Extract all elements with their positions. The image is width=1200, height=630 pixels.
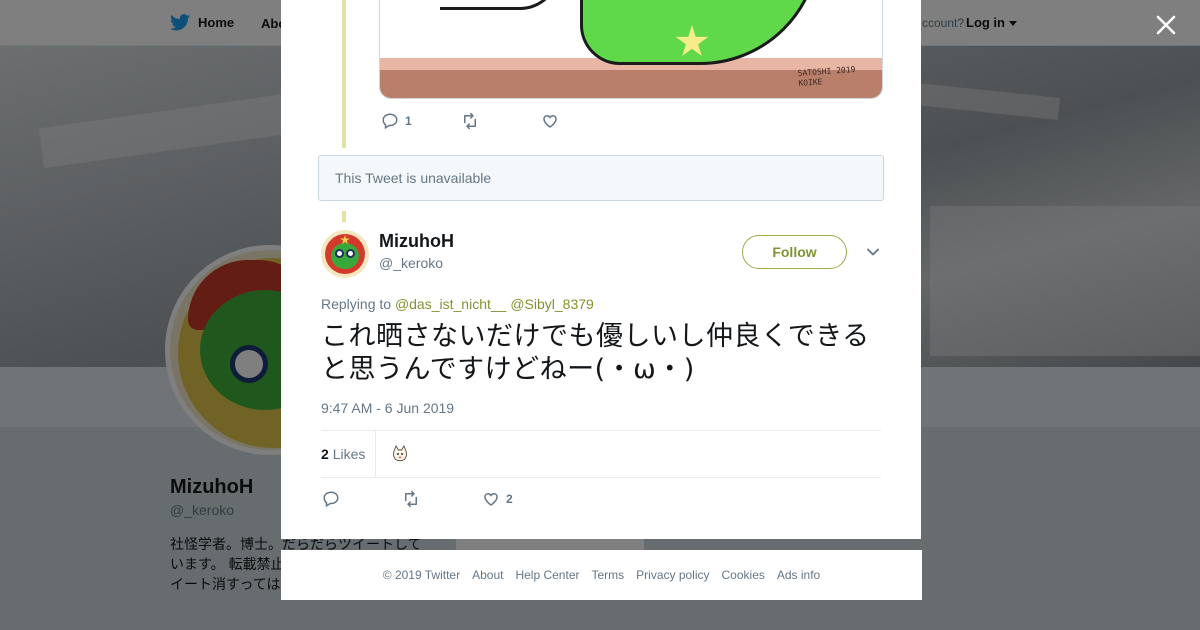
footer-copyright: © 2019 Twitter [382,568,461,582]
thread-connector-line [342,0,346,148]
footer-link-ads-info[interactable]: Ads info [777,568,820,582]
like-count: 2 [506,492,513,506]
retweet-action[interactable] [402,490,482,508]
tweet-text: これ晒さないだけでも優しいし仲良くできると思うんですけどねー(・ω・) [321,321,870,385]
reply-icon [323,491,339,508]
stats-divider [375,431,376,477]
reply-count: 1 [405,114,412,128]
tweet-stats: 2 Likes [321,430,881,478]
liker-avatar[interactable] [389,443,411,465]
retweet-icon [464,112,476,130]
tweet-permalink-modal: SATOSHI 2019 KOIKE 1 This Tweet is unava… [281,0,921,539]
footer-link-privacy[interactable]: Privacy policy [636,568,709,582]
like-action[interactable]: 2 [482,490,513,508]
reply-action[interactable] [322,490,402,508]
retweet-icon [405,490,417,508]
heart-icon [543,114,557,128]
heart-icon [484,492,498,506]
likes-count: 2 [321,446,329,462]
footer-link-terms[interactable]: Terms [591,568,624,582]
footer-link-help-center[interactable]: Help Center [515,568,579,582]
replying-to-user-link[interactable]: @das_ist_nicht__ [395,296,507,312]
thread-connector-line [342,211,346,222]
author-name[interactable]: MizuhoH [379,231,454,252]
like-action[interactable] [541,112,559,130]
tweet-timestamp[interactable]: 9:47 AM - 6 Jun 2019 [321,400,454,416]
previous-tweet-actions: 1 [381,110,559,132]
footer-link-about[interactable]: About [472,568,503,582]
close-icon[interactable] [1150,9,1182,41]
replying-prefix: Replying to [321,296,392,312]
retweet-action[interactable] [461,112,541,130]
author-handle[interactable]: @_keroko [379,255,443,271]
likes-stat[interactable]: 2 Likes [321,446,365,462]
chevron-down-icon[interactable] [866,245,880,259]
replying-to-user-link[interactable]: @Sibyl_8379 [510,296,594,312]
tweet-media-image[interactable]: SATOSHI 2019 KOIKE [379,0,883,99]
unavailable-tweet-notice: This Tweet is unavailable [318,155,884,201]
reply-action[interactable]: 1 [381,112,461,130]
footer: © 2019 Twitter About Help Center Terms P… [281,550,922,600]
likes-label: Likes [332,446,366,462]
tweet-actions: 2 [322,488,513,510]
follow-button[interactable]: Follow [742,235,847,269]
replying-to-line: Replying to @das_ist_nicht__ @Sibyl_8379 [321,296,594,312]
reply-icon [382,113,398,130]
author-avatar[interactable] [321,230,369,278]
footer-link-cookies[interactable]: Cookies [722,568,765,582]
